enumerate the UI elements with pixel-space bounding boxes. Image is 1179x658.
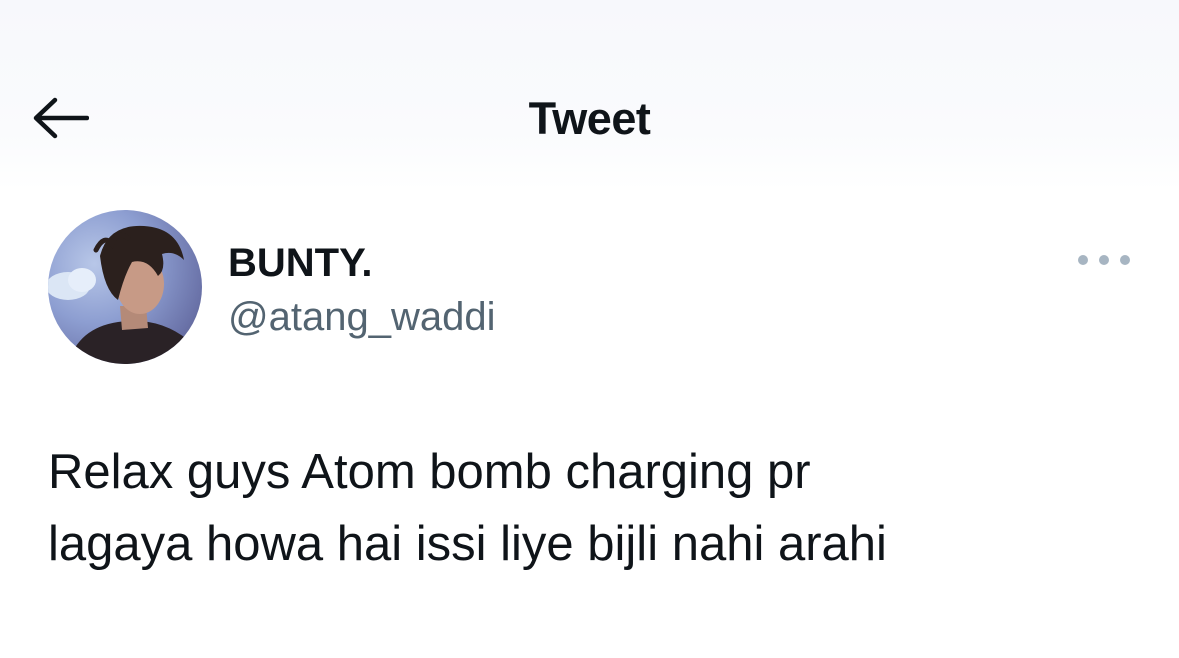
profile-photo-icon <box>48 225 202 364</box>
user-handle[interactable]: @atang_waddi <box>228 294 495 340</box>
more-horizontal-icon <box>1078 255 1088 265</box>
tweet-text: Relax guys Atom bomb charging pr lagaya … <box>48 445 887 571</box>
page-title: Tweet <box>528 93 651 144</box>
more-horizontal-icon <box>1120 255 1130 265</box>
display-name[interactable]: BUNTY. <box>228 240 372 286</box>
avatar[interactable] <box>48 210 202 364</box>
top-bar: Tweet <box>0 0 1179 190</box>
more-options-button[interactable] <box>1078 246 1130 274</box>
more-horizontal-icon <box>1099 255 1109 265</box>
